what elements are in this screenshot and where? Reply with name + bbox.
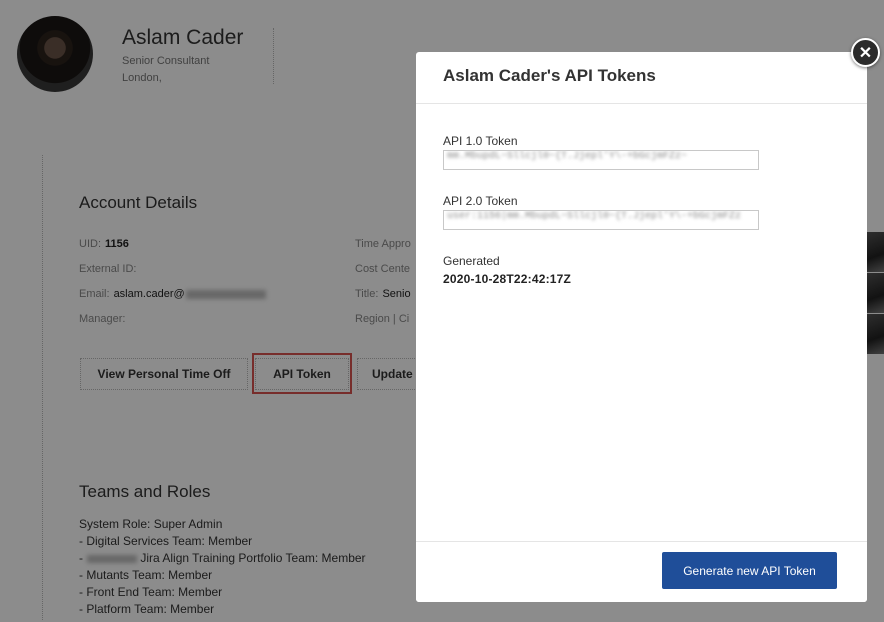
- api1-token-label: API 1.0 Token: [443, 134, 518, 148]
- api1-token-field[interactable]: mm.MbupdL~Sllcjl0~{T.Jjepl'Y\-+bGcjmFZz~: [443, 150, 759, 170]
- modal-header: Aslam Cader's API Tokens: [416, 52, 867, 104]
- generated-label: Generated: [443, 254, 500, 268]
- api2-token-field[interactable]: user:1156|mm.MbupdL~Sllcjl0~{T.Jjepl'Y\-…: [443, 210, 759, 230]
- modal-title: Aslam Cader's API Tokens: [443, 66, 656, 85]
- modal-body: API 1.0 Token mm.MbupdL~Sllcjl0~{T.Jjepl…: [443, 134, 843, 286]
- api2-token-label: API 2.0 Token: [443, 194, 518, 208]
- close-icon[interactable]: ✕: [851, 38, 880, 67]
- api-tokens-modal: Aslam Cader's API Tokens API 1.0 Token m…: [416, 52, 867, 602]
- modal-footer: Generate new API Token: [416, 541, 867, 602]
- generated-timestamp: 2020-10-28T22:42:17Z: [443, 272, 572, 286]
- generate-api-token-button[interactable]: Generate new API Token: [662, 552, 837, 589]
